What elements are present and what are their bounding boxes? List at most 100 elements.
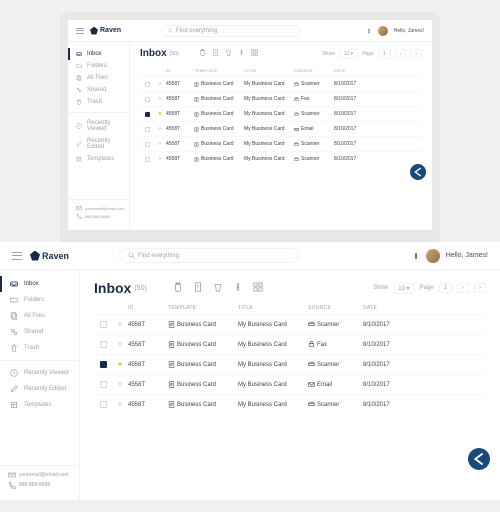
- page-icon[interactable]: [193, 282, 203, 294]
- table-row[interactable]: ★ 4558T Business Card My Business Card S…: [140, 106, 422, 121]
- sidebar-item-templates[interactable]: Templates: [0, 397, 79, 413]
- table-row[interactable]: ★ 4558T Business Card My Business Card F…: [140, 91, 422, 106]
- row-checkbox[interactable]: [145, 157, 150, 162]
- raven-icon: [30, 251, 40, 261]
- footer-email[interactable]: youremail@email.com: [76, 204, 121, 212]
- sidebar-item-shared[interactable]: Shared: [68, 84, 129, 96]
- star-icon[interactable]: ★: [117, 401, 122, 408]
- row-checkbox[interactable]: [145, 112, 150, 117]
- star-icon[interactable]: ★: [158, 96, 162, 102]
- sidebar-item-templates[interactable]: Templates: [68, 153, 129, 165]
- table-row[interactable]: ★ 4558T Business Card My Business Card S…: [140, 136, 422, 151]
- page-number[interactable]: 1: [378, 49, 391, 59]
- table-row[interactable]: ★ 4558T Business Card My Business Card E…: [94, 374, 486, 394]
- app-small: Raven Find everything Hello, James! Inbo…: [68, 20, 432, 230]
- page-next[interactable]: ›: [410, 49, 422, 59]
- show-select[interactable]: 10 ▾: [393, 283, 414, 294]
- fab-button[interactable]: [410, 164, 426, 180]
- file-table: ID TEMPLATE TITLE SOURCE DATE ★ 4558T Bu…: [140, 65, 422, 166]
- table-row[interactable]: ★ 4558T Business Card My Business Card S…: [140, 76, 422, 91]
- sidebar-item-recently-edited[interactable]: Recently Edited: [68, 135, 129, 153]
- star-icon[interactable]: ★: [117, 381, 122, 388]
- row-id: 4558T: [128, 402, 168, 408]
- sidebar-item-trash[interactable]: Trash: [68, 96, 129, 108]
- star-icon[interactable]: ★: [117, 361, 122, 368]
- page-next[interactable]: ›: [474, 283, 486, 293]
- sidebar-item-shared[interactable]: Shared: [0, 324, 79, 340]
- row-checkbox[interactable]: [100, 361, 107, 368]
- clipboard-icon[interactable]: [199, 49, 206, 58]
- search-input[interactable]: Find everything: [161, 25, 301, 37]
- avatar[interactable]: [378, 26, 388, 36]
- sidebar-item-recently-edited[interactable]: Recently Edited: [0, 381, 79, 397]
- sidebar-item-folders[interactable]: Folders: [68, 60, 129, 72]
- menu-icon[interactable]: [12, 252, 22, 260]
- app-large: Raven Find everything Hello, James! Inbo…: [0, 242, 500, 500]
- page-title: Inbox: [140, 48, 167, 59]
- logo[interactable]: Raven: [30, 251, 69, 261]
- row-checkbox[interactable]: [145, 127, 150, 132]
- pagination: Show 10 ▾ Page 1 ‹ ›: [373, 283, 486, 294]
- table-row[interactable]: ★ 4558T Business Card My Business Card E…: [140, 121, 422, 136]
- star-icon[interactable]: ★: [158, 126, 162, 132]
- more-icon[interactable]: [233, 282, 243, 294]
- row-id: 4558T: [166, 141, 194, 147]
- pagination: Show 10 ▾ Page 1 ‹ ›: [322, 49, 422, 59]
- sidebar-item-inbox[interactable]: Inbox: [0, 276, 79, 292]
- avatar[interactable]: [426, 249, 440, 263]
- sidebar-item-folders[interactable]: Folders: [0, 292, 79, 308]
- page-icon[interactable]: [212, 49, 219, 58]
- table-row[interactable]: ★ 4558T Business Card My Business Card S…: [140, 151, 422, 166]
- star-icon[interactable]: ★: [158, 141, 162, 147]
- show-select[interactable]: 10 ▾: [339, 49, 358, 59]
- table-row[interactable]: ★ 4558T Business Card My Business Card S…: [94, 354, 486, 374]
- page-prev[interactable]: ‹: [457, 283, 469, 293]
- sidebar-item-recently-viewed[interactable]: Recently Viewed: [0, 365, 79, 381]
- laptop-mockup: Raven Find everything Hello, James! Inbo…: [60, 12, 440, 242]
- sidebar-footer: youremail@email.com 888-888-8888: [68, 199, 129, 224]
- sidebar-item-inbox[interactable]: Inbox: [68, 48, 129, 60]
- sidebar-item-all-files[interactable]: All Files: [0, 308, 79, 324]
- star-icon[interactable]: ★: [158, 111, 162, 117]
- row-checkbox[interactable]: [145, 97, 150, 102]
- row-checkbox[interactable]: [100, 401, 107, 408]
- logo[interactable]: Raven: [90, 27, 121, 35]
- trash-icon[interactable]: [225, 49, 232, 58]
- footer-email[interactable]: youremail@email.com: [8, 470, 71, 480]
- row-checkbox[interactable]: [100, 321, 107, 328]
- toolbar-icons: [199, 49, 258, 58]
- row-id: 4558T: [128, 342, 168, 348]
- star-icon[interactable]: ★: [117, 321, 122, 328]
- more-icon[interactable]: [238, 49, 245, 58]
- star-icon[interactable]: ★: [158, 81, 162, 87]
- menu-icon[interactable]: [76, 28, 84, 34]
- star-icon[interactable]: ★: [158, 156, 162, 162]
- raven-icon: [90, 27, 98, 35]
- row-id: 4558T: [166, 111, 194, 117]
- sidebar-item-all-files[interactable]: All Files: [68, 72, 129, 84]
- clipboard-icon[interactable]: [173, 282, 183, 294]
- main-content: Inbox (50) Show 10 ▾ Page 1 ‹ ›: [80, 270, 500, 500]
- footer-phone[interactable]: 888-888-8888: [8, 480, 71, 490]
- sidebar-item-recently-viewed[interactable]: Recently Viewed: [68, 117, 129, 135]
- trash-icon[interactable]: [213, 282, 223, 294]
- table-row[interactable]: ★ 4558T Business Card My Business Card S…: [94, 394, 486, 414]
- grid-icon[interactable]: [251, 49, 258, 58]
- row-id: 4558T: [128, 322, 168, 328]
- search-input[interactable]: Find everything: [119, 248, 299, 263]
- table-row[interactable]: ★ 4558T Business Card My Business Card S…: [94, 314, 486, 334]
- user-greeting: Hello, James!: [446, 252, 488, 259]
- row-checkbox[interactable]: [100, 341, 107, 348]
- sidebar: InboxFoldersAll FilesSharedTrash Recentl…: [68, 42, 130, 230]
- page-number[interactable]: 1: [439, 283, 452, 293]
- grid-icon[interactable]: [253, 282, 263, 294]
- row-checkbox[interactable]: [145, 82, 150, 87]
- table-row[interactable]: ★ 4558T Business Card My Business Card F…: [94, 334, 486, 354]
- footer-phone[interactable]: 888-888-8888: [76, 212, 121, 220]
- fab-button[interactable]: [468, 448, 490, 470]
- star-icon[interactable]: ★: [117, 341, 122, 348]
- row-checkbox[interactable]: [145, 142, 150, 147]
- row-checkbox[interactable]: [100, 381, 107, 388]
- page-prev[interactable]: ‹: [395, 49, 407, 59]
- sidebar-item-trash[interactable]: Trash: [0, 340, 79, 356]
